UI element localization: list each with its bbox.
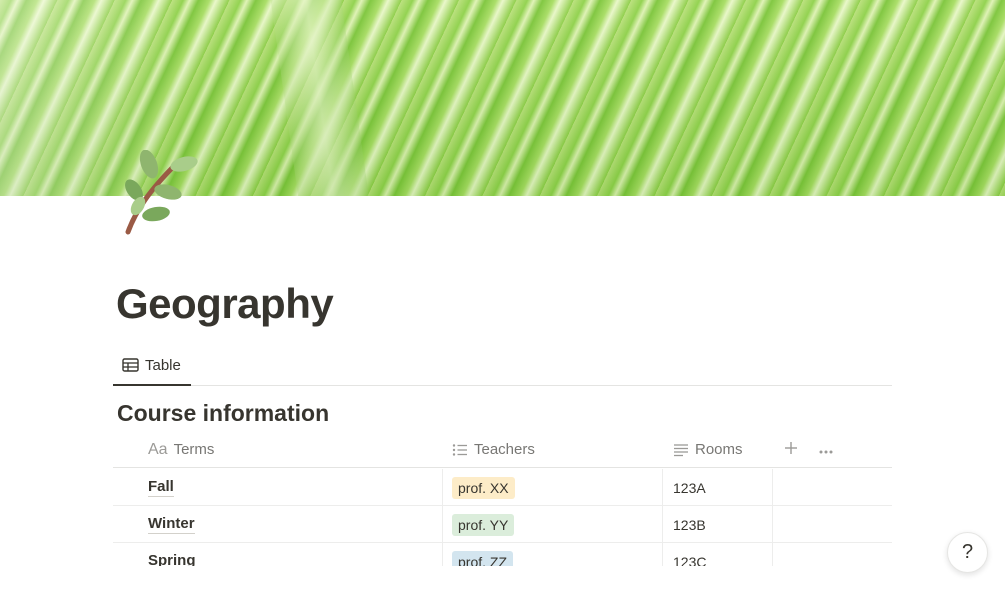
column-divider	[662, 469, 663, 506]
question-mark-icon: ?	[961, 541, 974, 563]
column-divider	[442, 506, 443, 543]
view-tabs: Table	[113, 346, 892, 386]
teacher-tag: prof. ZZ	[452, 550, 514, 566]
plus-icon	[784, 438, 798, 461]
page-title[interactable]: Geography	[116, 280, 334, 328]
term-name: Fall	[148, 478, 174, 497]
tab-table[interactable]: Table	[113, 346, 191, 386]
column-label: Terms	[173, 441, 215, 458]
column-divider	[662, 543, 663, 566]
column-header-rooms[interactable]: Rooms	[673, 431, 743, 468]
column-divider	[442, 469, 443, 506]
teacher-tag: prof. XX	[452, 476, 515, 499]
column-label: Rooms	[695, 441, 743, 458]
term-name: Winter	[148, 515, 195, 534]
term-cell[interactable]: Fall	[148, 469, 174, 506]
room-cell[interactable]: 123B	[673, 506, 706, 543]
term-name: Spring	[148, 552, 196, 566]
table-row[interactable]: Winter prof. YY 123B	[113, 506, 892, 543]
database-title[interactable]: Course information	[117, 400, 329, 427]
term-cell[interactable]: Spring	[148, 543, 196, 566]
help-button[interactable]: ?	[947, 532, 988, 573]
herb-branch-icon[interactable]	[116, 149, 202, 236]
column-header-terms[interactable]: Aa Terms	[148, 431, 214, 468]
teacher-tag: prof. YY	[452, 513, 515, 536]
column-divider	[772, 506, 773, 543]
more-options-button[interactable]	[817, 431, 835, 468]
database-table: Aa Terms Teachers Rooms Fall prof. XX 12…	[113, 431, 892, 566]
table-icon	[122, 358, 139, 372]
teacher-cell[interactable]: prof. YY	[452, 506, 515, 543]
notion-page: Geography Table Course information Aa Te…	[0, 0, 1005, 597]
table-row[interactable]: Fall prof. XX 123A	[113, 469, 892, 506]
ellipsis-icon	[819, 441, 833, 458]
multi-select-list-icon	[452, 443, 468, 457]
add-property-button[interactable]	[783, 431, 799, 468]
column-divider	[772, 469, 773, 506]
room-cell[interactable]: 123C	[673, 543, 706, 567]
teacher-cell[interactable]: prof. XX	[452, 469, 515, 506]
column-label: Teachers	[474, 441, 535, 458]
teacher-cell[interactable]: prof. ZZ	[452, 543, 514, 566]
tab-label: Table	[145, 356, 181, 374]
column-header-teachers[interactable]: Teachers	[452, 431, 535, 468]
column-divider	[442, 543, 443, 566]
room-cell[interactable]: 123A	[673, 469, 706, 506]
column-divider	[772, 543, 773, 566]
text-lines-icon	[673, 443, 689, 457]
term-cell[interactable]: Winter	[148, 506, 195, 543]
table-row[interactable]: Spring prof. ZZ 123C	[113, 543, 892, 566]
column-divider	[662, 506, 663, 543]
table-header-row: Aa Terms Teachers Rooms	[113, 431, 892, 468]
title-property-icon: Aa	[148, 440, 168, 458]
